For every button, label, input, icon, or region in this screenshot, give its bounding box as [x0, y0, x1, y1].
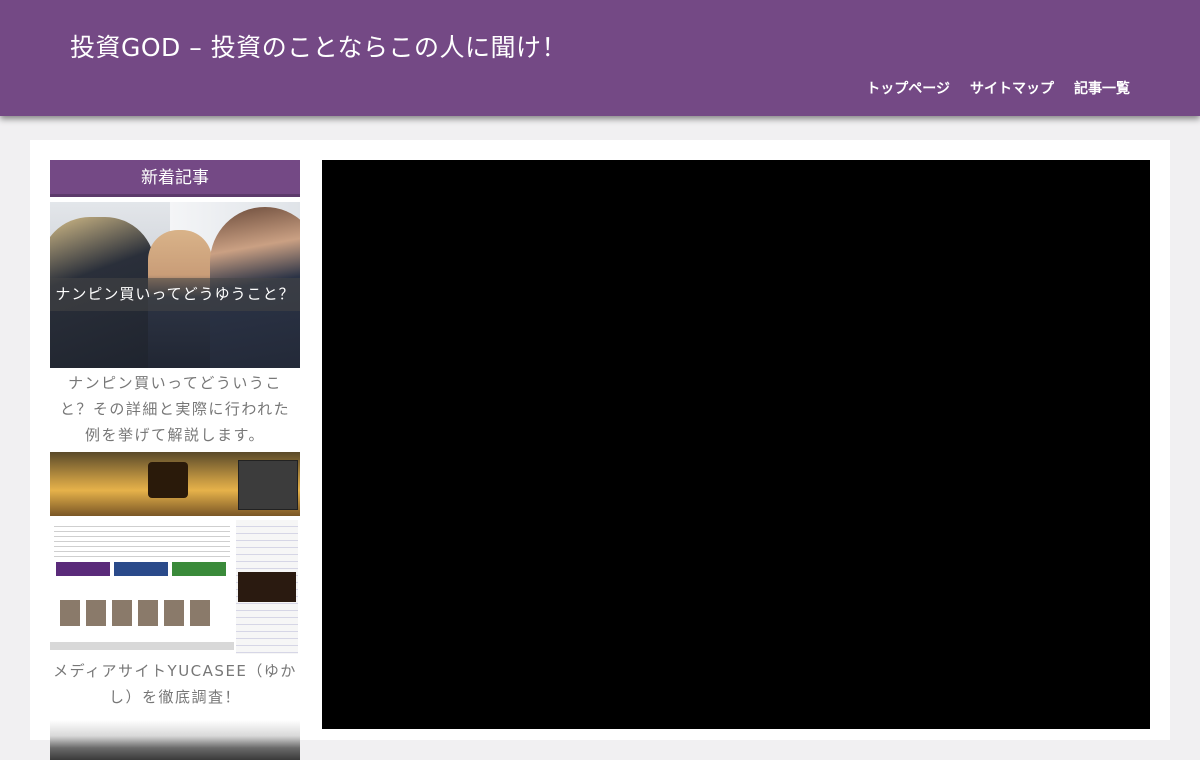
- post-title-link[interactable]: ナンピン買いってどういうこと？その詳細と実際に行われた例を挙げて解説します。: [50, 368, 300, 452]
- site-title[interactable]: 投資GOD – 投資のことならこの人に聞け！: [70, 28, 567, 64]
- post-title-link[interactable]: メディアサイトYUCASEE（ゆかし）を徹底調査！: [50, 656, 300, 714]
- new-posts-widget-title: 新着記事: [50, 160, 300, 197]
- thumbnail-footer-bar: [50, 642, 234, 650]
- nav-item-top-page[interactable]: トップページ: [866, 78, 950, 98]
- thumbnail-caption: ナンピン買いってどうゆうこと？: [50, 278, 300, 311]
- nav-item-sitemap[interactable]: サイトマップ: [970, 78, 1054, 98]
- thumbnail-logo: [148, 462, 188, 498]
- thumbnail-side-banner: [238, 572, 296, 602]
- thumbnail-button-green: [172, 562, 226, 576]
- content-area: 新着記事 ナンピン買いってどうゆうこと？ ナンピン買いってどういうこと？その詳細…: [30, 140, 1170, 760]
- nav-item-article-list[interactable]: 記事一覧: [1074, 78, 1130, 98]
- sidebar: 新着記事 ナンピン買いってどうゆうこと？ ナンピン買いってどういうこと？その詳細…: [50, 160, 300, 760]
- main-nav: トップページ サイトマップ 記事一覧: [866, 78, 1130, 98]
- site-header: 投資GOD – 投資のことならこの人に聞け！ トップページ サイトマップ 記事一…: [0, 0, 1200, 116]
- post-thumbnail-partial[interactable]: [50, 720, 300, 760]
- thumbnail-body-text: [54, 522, 230, 560]
- post-thumbnail-nanpin[interactable]: ナンピン買いってどうゆうこと？: [50, 202, 300, 368]
- thumbnail-button-purple: [56, 562, 110, 576]
- thumbnail-login-box: [238, 460, 298, 510]
- thumbnail-button-blue: [114, 562, 168, 576]
- video-player[interactable]: [322, 160, 1150, 729]
- post-thumbnail-yucasee[interactable]: [50, 452, 300, 656]
- thumbnail-media-logos: [60, 600, 210, 626]
